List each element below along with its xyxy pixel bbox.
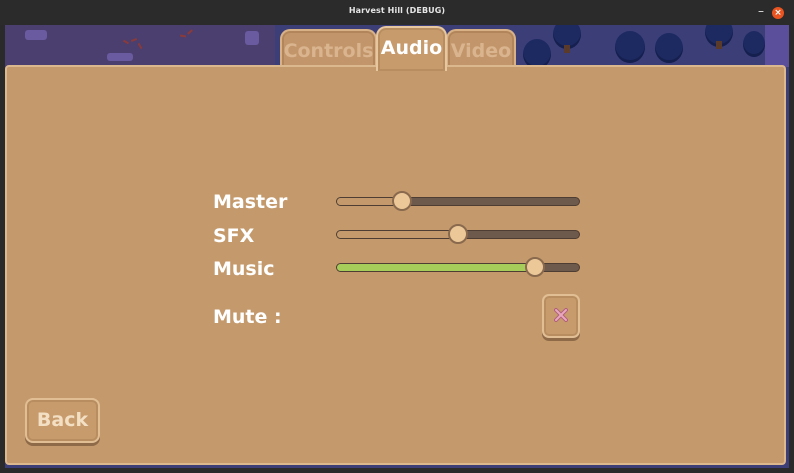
background-rock	[245, 31, 259, 45]
sfx-volume-slider[interactable]	[336, 224, 580, 244]
background-tree	[655, 33, 683, 63]
music-volume-fill	[337, 264, 536, 271]
background-rock	[107, 53, 133, 61]
background-tree	[743, 31, 765, 57]
background-rock	[25, 30, 47, 40]
tab-audio[interactable]: Audio	[376, 26, 447, 71]
music-volume-slider[interactable]	[336, 257, 580, 277]
master-volume-label: Master	[213, 191, 288, 213]
minimize-button[interactable]: –	[754, 4, 768, 18]
window-title: Harvest Hill (DEBUG)	[348, 6, 446, 15]
background-water	[765, 25, 789, 67]
window-titlebar: Harvest Hill (DEBUG) – ×	[0, 0, 794, 25]
sfx-volume-label: SFX	[213, 225, 255, 247]
tab-audio-label: Audio	[380, 37, 443, 59]
mute-label: Mute :	[213, 306, 282, 328]
master-volume-slider[interactable]	[336, 191, 580, 211]
background-tree	[615, 31, 645, 63]
music-volume-label: Music	[213, 258, 275, 280]
back-button-label: Back	[36, 409, 89, 431]
close-button[interactable]: ×	[772, 7, 784, 19]
background-tree-trunk	[564, 45, 570, 53]
x-icon	[554, 308, 568, 322]
mute-checkbox[interactable]	[542, 294, 580, 338]
sfx-volume-fill	[337, 231, 458, 238]
background-tree-trunk	[716, 41, 722, 49]
back-button[interactable]: Back	[25, 398, 100, 443]
tab-video-label: Video	[450, 40, 512, 62]
tab-controls-label: Controls	[283, 40, 374, 62]
sfx-volume-knob[interactable]	[448, 224, 468, 244]
